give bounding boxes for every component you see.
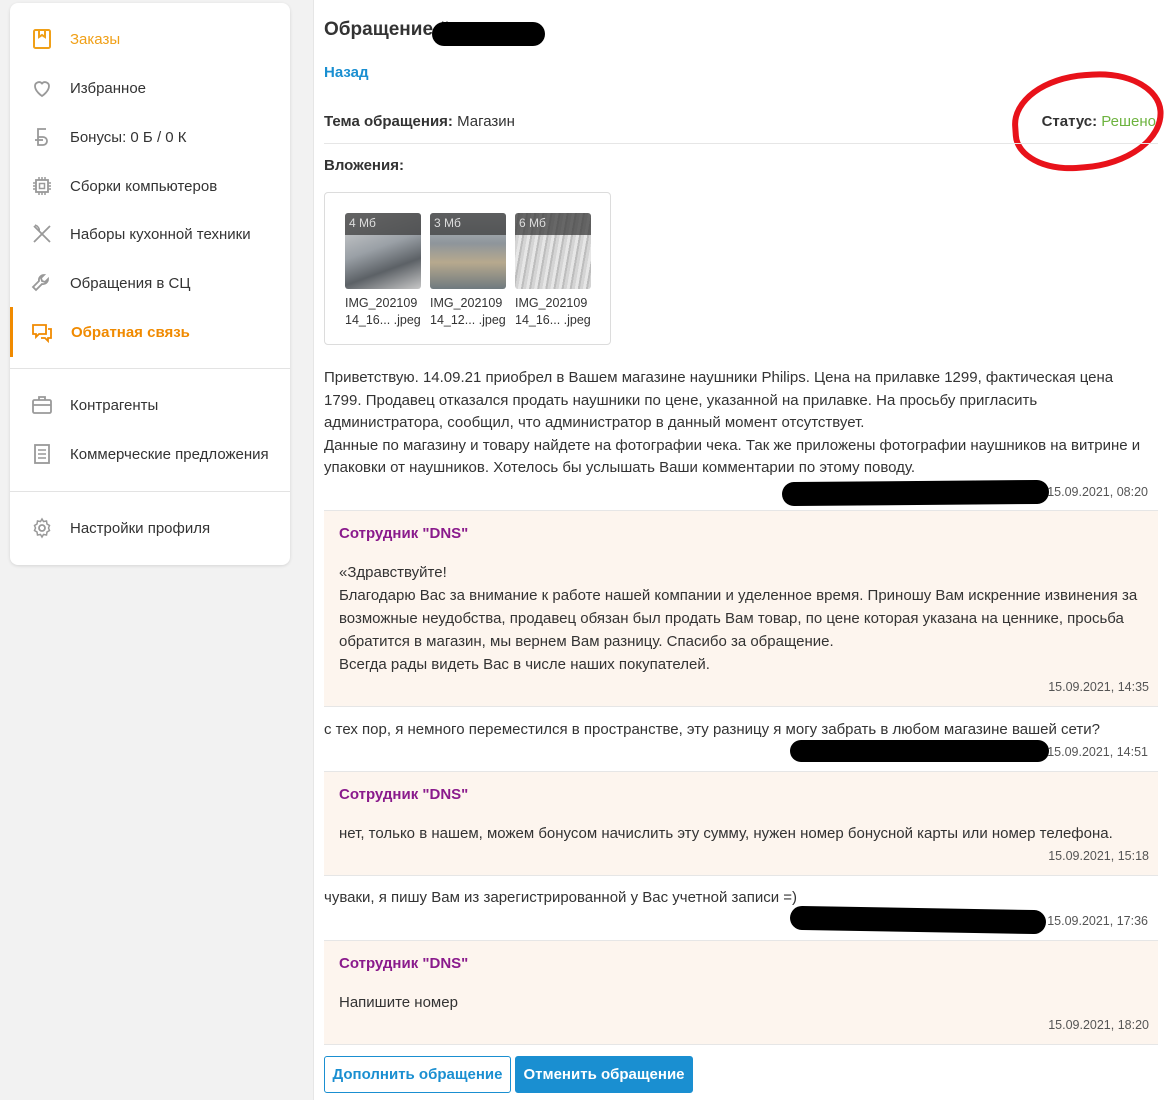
message-line: «Здравствуйте!	[339, 564, 447, 581]
attachment-image: 4 Мб	[345, 213, 421, 289]
attachment-name: 14_16... .jpeg	[345, 313, 421, 327]
topic-label: Тема обращения:	[324, 113, 453, 130]
user-message: чуваки, я пишу Вам из зарегистрированной…	[324, 887, 1158, 910]
attachment-size: 4 Мб	[345, 213, 421, 235]
message-time: 15.09.2021, 15:18	[1048, 849, 1149, 863]
red-highlight-circle	[1008, 66, 1167, 176]
sidebar-item-profile-settings[interactable]: Настройки профиля	[10, 508, 290, 548]
message-time: 15.09.2021, 14:51	[1047, 745, 1148, 759]
chip-icon	[33, 177, 51, 195]
divider	[324, 706, 1158, 707]
sidebar-item-label: Контрагенты	[70, 396, 159, 414]
message-time: 15.09.2021, 18:20	[1048, 1018, 1149, 1032]
heart-icon	[34, 81, 50, 98]
message-line: Благодарю Вас за внимание к работе нашей…	[339, 587, 1138, 604]
sidebar-item-label: Заказы	[70, 30, 121, 48]
message-line: нет, только в нашем, можем бонусом начис…	[339, 825, 1113, 842]
sidebar-item-counterparties[interactable]: Контрагенты	[10, 385, 290, 425]
back-link[interactable]: Назад	[324, 64, 368, 81]
page-title: Обращение #	[324, 19, 449, 40]
message-line: 1799. Продавец отказался продать наушник…	[324, 391, 1038, 409]
wrench-icon	[31, 274, 49, 292]
sidebar-divider	[10, 368, 290, 369]
attachment-name: 14_16... .jpeg	[515, 313, 591, 327]
sidebar-item-label: Обратная связь	[71, 323, 190, 341]
message-line: возможные неудобства, продавец обязан бы…	[339, 610, 1124, 627]
message-line: Напишите номер	[339, 994, 458, 1011]
sidebar-item-pc-builds[interactable]: Сборки компьютеров	[10, 166, 290, 206]
orders-icon	[33, 29, 51, 49]
attachment-thumb[interactable]: 4 Мб IMG_202109 14_16... .jpeg	[345, 213, 421, 328]
message-line: Всегда рады видеть Вас в числе наших пок…	[339, 656, 710, 673]
attachments-box: 4 Мб IMG_202109 14_16... .jpeg 3 Мб IMG_…	[324, 192, 611, 345]
sidebar-item-favorites[interactable]: Избранное	[10, 68, 290, 108]
message-line: Данные по магазину и товару найдете на ф…	[324, 436, 1141, 454]
message-line: с тех пор, я немного переместился в прос…	[324, 721, 1100, 738]
attachment-name: IMG_202109	[515, 296, 588, 310]
attachment-name: 14_12... .jpeg	[430, 313, 506, 327]
sidebar-item-label: Обращения в СЦ	[70, 274, 191, 292]
redaction-mark	[781, 479, 1050, 507]
message-time: 15.09.2021, 14:35	[1048, 680, 1149, 694]
staff-message: Сотрудник "DNS" Напишите номер 15.09.202…	[324, 941, 1158, 1044]
divider	[324, 1044, 1158, 1045]
message-line: упаковки от наушников. Хотелось бы услыш…	[324, 459, 916, 476]
briefcase-icon	[32, 396, 52, 414]
staff-text: Напишите номер	[339, 991, 1151, 1014]
chat-icon	[32, 324, 52, 344]
divider	[324, 143, 1158, 144]
message-line: Приветствую. 14.09.21 приобрел в Вашем м…	[324, 369, 1114, 386]
staff-author: Сотрудник "DNS"	[339, 786, 469, 803]
supplement-request-button[interactable]: Дополнить обращение	[324, 1056, 511, 1093]
sidebar-item-service-requests[interactable]: Обращения в СЦ	[10, 263, 290, 303]
staff-text: «Здравствуйте! Благодарю Вас за внимание…	[339, 561, 1151, 676]
attachment-name: IMG_202109	[430, 296, 503, 310]
sidebar-item-kitchen-sets[interactable]: Наборы кухонной техники	[10, 214, 290, 254]
divider	[324, 875, 1158, 876]
sidebar-item-orders[interactable]: Заказы	[10, 19, 290, 59]
sidebar-item-label: Избранное	[70, 79, 147, 97]
sidebar: Заказы Избранное Бонусы: 0 Б / 0 К Сборк…	[10, 3, 290, 565]
message-time: 15.09.2021, 17:36	[1047, 914, 1148, 928]
sidebar-item-label: Наборы кухонной техники	[70, 225, 251, 243]
topic-value: Магазин	[457, 113, 515, 130]
sidebar-item-commercial-offers[interactable]: Коммерческие предложения	[10, 434, 290, 474]
staff-text: нет, только в нашем, можем бонусом начис…	[339, 822, 1151, 845]
bonus-icon	[35, 128, 48, 146]
sidebar-item-feedback[interactable]: Обратная связь	[10, 307, 290, 357]
sidebar-item-label: Коммерческие предложения	[70, 445, 269, 463]
message-line: обратится в магазин, мы вернем Вам разни…	[339, 633, 834, 650]
sidebar-item-bonuses[interactable]: Бонусы: 0 Б / 0 К	[10, 117, 290, 157]
staff-author: Сотрудник "DNS"	[339, 525, 469, 542]
redaction-mark	[789, 905, 1047, 935]
message-time: 15.09.2021, 08:20	[1047, 485, 1148, 499]
gear-icon	[33, 517, 51, 539]
attachment-image: 3 Мб	[430, 213, 506, 289]
message-line: администратора, сообщил, что администрат…	[324, 414, 865, 431]
attachment-size: 6 Мб	[515, 213, 591, 235]
cancel-request-button[interactable]: Отменить обращение	[515, 1056, 693, 1093]
attachment-size: 3 Мб	[430, 213, 506, 235]
sidebar-item-label: Сборки компьютеров	[70, 177, 218, 195]
sidebar-item-label: Настройки профиля	[70, 519, 211, 537]
sidebar-divider	[10, 491, 290, 492]
staff-message: Сотрудник "DNS" нет, только в нашем, мож…	[324, 772, 1158, 875]
topic: Тема обращения: Магазин	[324, 113, 515, 130]
attachment-thumb[interactable]: 6 Мб IMG_202109 14_16... .jpeg	[515, 213, 591, 328]
sidebar-item-label: Бонусы: 0 Б / 0 К	[70, 128, 187, 146]
attachments-label: Вложения:	[324, 157, 404, 174]
staff-message: Сотрудник "DNS" «Здравствуйте! Благодарю…	[324, 511, 1158, 706]
redaction-mark	[790, 740, 1049, 762]
main-panel: Обращение # Назад Тема обращения: Магази…	[313, 0, 1167, 1100]
document-icon	[34, 444, 50, 464]
user-message: Приветствую. 14.09.21 приобрел в Вашем м…	[324, 367, 1158, 480]
attachment-name: IMG_202109	[345, 296, 418, 310]
staff-author: Сотрудник "DNS"	[339, 955, 469, 972]
user-message: с тех пор, я немного переместился в прос…	[324, 719, 1158, 742]
attachment-image: 6 Мб	[515, 213, 591, 289]
attachment-thumb[interactable]: 3 Мб IMG_202109 14_12... .jpeg	[430, 213, 506, 328]
cutlery-icon	[33, 224, 51, 243]
redaction-mark	[432, 22, 545, 46]
message-line: чуваки, я пишу Вам из зарегистрированной…	[324, 889, 798, 906]
